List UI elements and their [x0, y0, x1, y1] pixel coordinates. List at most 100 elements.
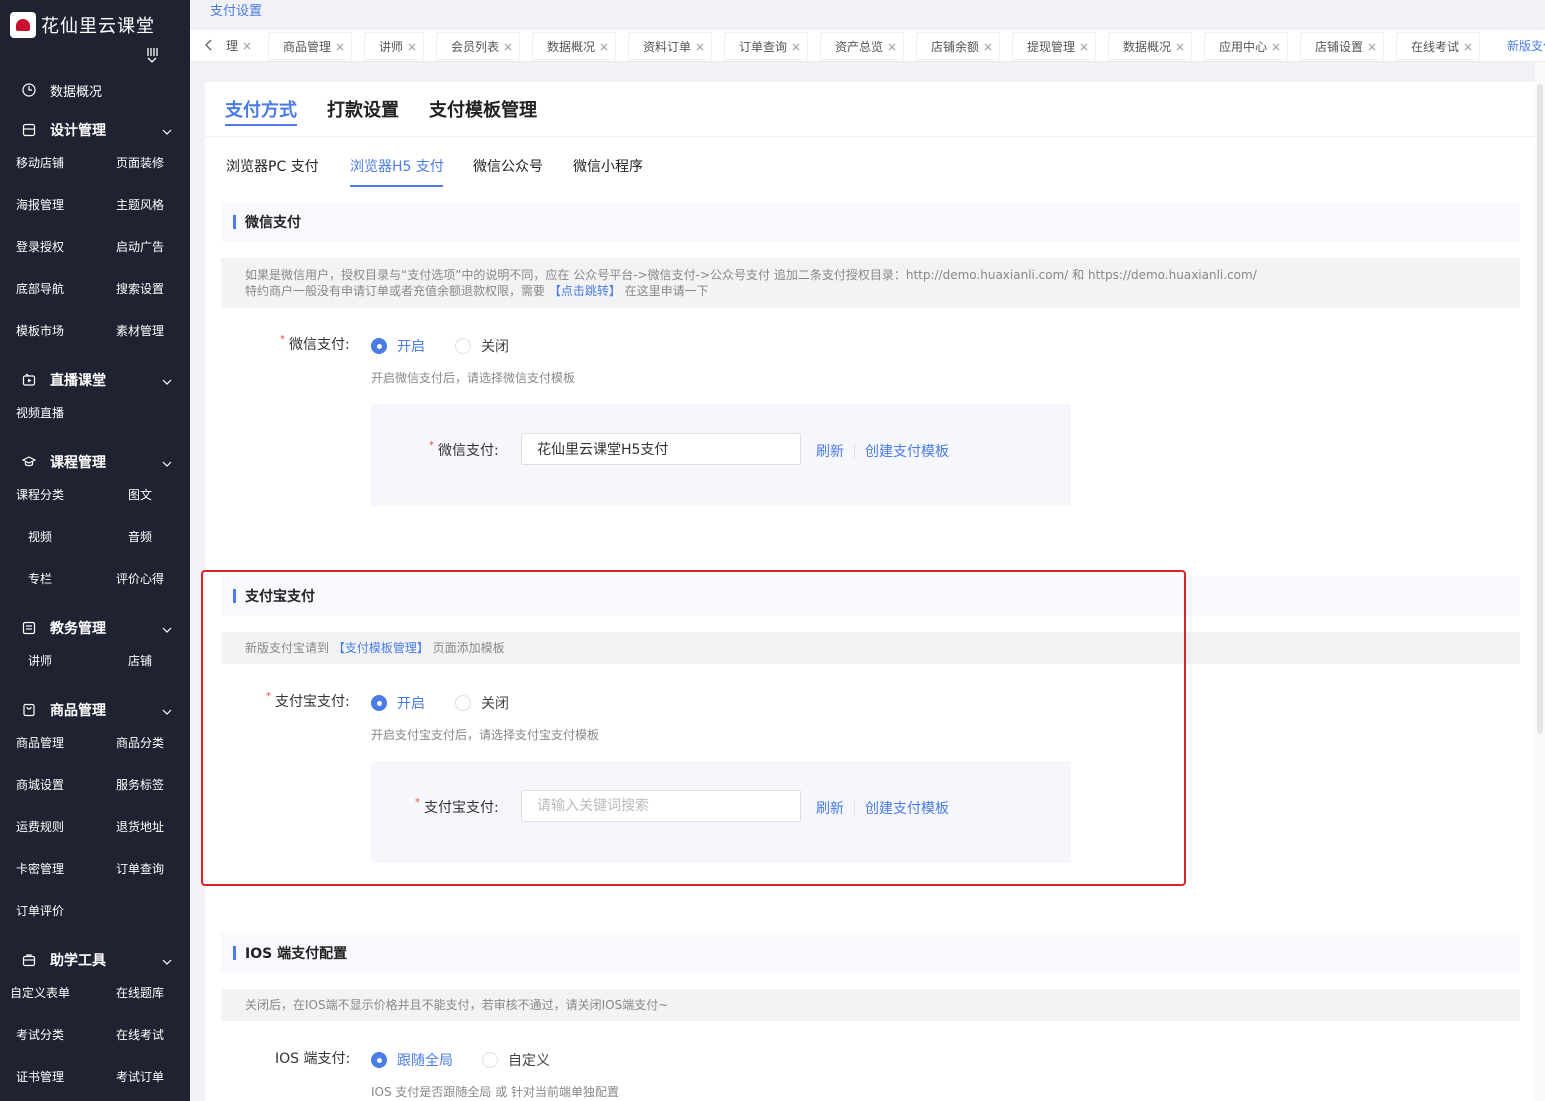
page-tab[interactable]: 提现管理 ×: [1012, 32, 1097, 60]
page-tab-active[interactable]: 新版支付设置: [1507, 32, 1545, 60]
sidebar-item[interactable]: 专栏: [28, 570, 52, 588]
alipay-create-template-link[interactable]: 创建支付模板: [865, 798, 949, 818]
page-tab[interactable]: 店铺余额 ×: [916, 32, 1001, 60]
template-manage-link[interactable]: 【支付模板管理】: [333, 641, 429, 655]
page-tab[interactable]: 理 ×: [220, 32, 259, 60]
sidebar-item[interactable]: 登录授权: [16, 238, 64, 256]
app-title: 花仙里云课堂: [41, 16, 155, 37]
page-tab[interactable]: 在线考试 ×: [1396, 32, 1481, 60]
sidebar-group-0[interactable]: 设计管理: [22, 120, 172, 140]
page-tab[interactable]: 店铺设置 ×: [1300, 32, 1385, 60]
breadcrumb[interactable]: 支付设置: [210, 0, 262, 19]
tab-payout-settings[interactable]: 打款设置: [327, 96, 399, 122]
page-tab[interactable]: 数据概况 ×: [532, 32, 617, 60]
close-icon[interactable]: ×: [695, 40, 705, 54]
alipay-refresh-link[interactable]: 刷新: [816, 798, 844, 818]
app-logo[interactable]: 花仙里云课堂: [10, 10, 155, 40]
close-icon[interactable]: ×: [242, 39, 252, 53]
close-icon[interactable]: ×: [887, 40, 897, 54]
close-icon[interactable]: ×: [1079, 40, 1089, 54]
sidebar-group-5[interactable]: 助学工具: [22, 950, 172, 970]
sidebar-item[interactable]: 主题风格: [116, 196, 164, 214]
wechat-template-select[interactable]: [521, 433, 801, 465]
sidebar-item[interactable]: 证书管理: [16, 1068, 64, 1086]
sidebar-item[interactable]: 在线考试: [116, 1026, 164, 1044]
subtab-wechat-mp[interactable]: 微信公众号: [473, 156, 543, 176]
sidebar-item[interactable]: 商城设置: [16, 776, 64, 794]
sidebar-group-2[interactable]: 课程管理: [22, 452, 172, 472]
sidebar-item[interactable]: 退货地址: [116, 818, 164, 836]
close-icon[interactable]: ×: [335, 40, 345, 54]
sidebar-item[interactable]: 移动店铺: [16, 154, 64, 172]
sidebar-item[interactable]: 在线题库: [116, 984, 164, 1002]
sidebar-item[interactable]: 海报管理: [16, 196, 64, 214]
close-icon[interactable]: ×: [1271, 40, 1281, 54]
ios-follow-global-radio[interactable]: 跟随全局: [371, 1050, 453, 1070]
sidebar-item[interactable]: 课程分类: [16, 486, 64, 504]
wechat-create-template-link[interactable]: 创建支付模板: [865, 441, 949, 461]
sidebar-item[interactable]: 视频: [28, 528, 52, 546]
close-icon[interactable]: ×: [983, 40, 993, 54]
subtab-pc[interactable]: 浏览器PC 支付: [226, 156, 319, 176]
subtab-miniprogram[interactable]: 微信小程序: [573, 156, 643, 176]
sidebar-item[interactable]: 卡密管理: [16, 860, 64, 878]
nav-data-overview[interactable]: 数据概况: [22, 80, 102, 100]
page-tab[interactable]: 数据概况 ×: [1108, 32, 1193, 60]
collapse-menu-icon[interactable]: [146, 47, 158, 65]
sidebar-item[interactable]: 商品分类: [116, 734, 164, 752]
sidebar-item[interactable]: 搜索设置: [116, 280, 164, 298]
sidebar-item[interactable]: 考试订单: [116, 1068, 164, 1086]
sidebar-item[interactable]: 订单查询: [116, 860, 164, 878]
sidebar-item[interactable]: 视频直播: [16, 404, 64, 422]
close-icon[interactable]: ×: [407, 40, 417, 54]
chevron-down-icon: [162, 623, 172, 633]
close-icon[interactable]: ×: [599, 40, 609, 54]
page-tab[interactable]: 会员列表 ×: [436, 32, 521, 60]
subtab-h5[interactable]: 浏览器H5 支付: [350, 156, 444, 176]
close-icon[interactable]: ×: [1463, 40, 1473, 54]
field-label: * 微信支付:: [429, 440, 499, 459]
close-icon[interactable]: ×: [791, 40, 801, 54]
tab-payment-method[interactable]: 支付方式: [225, 96, 297, 122]
wechat-on-radio[interactable]: 开启: [371, 336, 425, 356]
sidebar-item[interactable]: 音频: [128, 528, 152, 546]
chevron-left-icon[interactable]: [204, 38, 216, 52]
alipay-off-radio[interactable]: 关闭: [455, 693, 509, 713]
page-tab[interactable]: 资料订单 ×: [628, 32, 713, 60]
close-icon[interactable]: ×: [1175, 40, 1185, 54]
page-tab[interactable]: 讲师 ×: [364, 32, 425, 60]
page-tab[interactable]: 资产总览 ×: [820, 32, 905, 60]
tab-payment-template[interactable]: 支付模板管理: [429, 96, 537, 122]
alipay-on-radio[interactable]: 开启: [371, 693, 425, 713]
sidebar-item[interactable]: 启动广告: [116, 238, 164, 256]
close-icon[interactable]: ×: [1367, 40, 1377, 54]
ios-custom-radio[interactable]: 自定义: [482, 1050, 550, 1070]
radio-unchecked-icon: [455, 338, 471, 354]
sidebar-item[interactable]: 讲师: [28, 652, 52, 670]
sidebar-item[interactable]: 页面装修: [116, 154, 164, 172]
sidebar-item[interactable]: 自定义表单: [10, 984, 70, 1002]
scrollbar-thumb[interactable]: [1537, 84, 1543, 734]
sidebar-item[interactable]: 底部导航: [16, 280, 64, 298]
sidebar-group-4[interactable]: 商品管理: [22, 700, 172, 720]
wechat-off-radio[interactable]: 关闭: [455, 336, 509, 356]
sidebar-item[interactable]: 素材管理: [116, 322, 164, 340]
sidebar-item[interactable]: 考试分类: [16, 1026, 64, 1044]
sidebar-item[interactable]: 店铺: [128, 652, 152, 670]
alipay-template-search[interactable]: [521, 790, 801, 822]
page-tab[interactable]: 订单查询 ×: [724, 32, 809, 60]
close-icon[interactable]: ×: [503, 40, 513, 54]
sidebar-group-1[interactable]: 直播课堂: [22, 370, 172, 390]
sidebar-item[interactable]: 模板市场: [16, 322, 64, 340]
sidebar-item[interactable]: 图文: [128, 486, 152, 504]
sidebar-item[interactable]: 商品管理: [16, 734, 64, 752]
sidebar-item[interactable]: 服务标签: [116, 776, 164, 794]
jump-link[interactable]: 【点击跳转】: [549, 284, 621, 298]
page-tab[interactable]: 商品管理 ×: [268, 32, 353, 60]
sidebar-item[interactable]: 运费规则: [16, 818, 64, 836]
wechat-refresh-link[interactable]: 刷新: [816, 441, 844, 461]
sidebar-group-3[interactable]: 教务管理: [22, 618, 172, 638]
page-tab[interactable]: 应用中心 ×: [1204, 32, 1289, 60]
sidebar-item[interactable]: 评价心得: [116, 570, 164, 588]
sidebar-item[interactable]: 订单评价: [16, 902, 64, 920]
